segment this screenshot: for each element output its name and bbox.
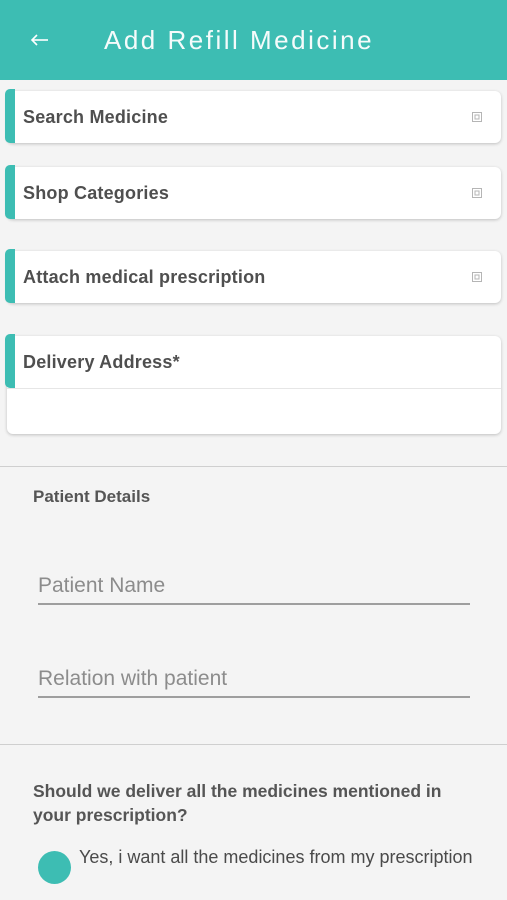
- radio-option-all-medicines[interactable]: Yes, i want all the medicines from my pr…: [38, 846, 478, 884]
- delivery-address-label: Delivery Address*: [23, 351, 180, 372]
- card-accent: [5, 165, 15, 219]
- attach-prescription-card[interactable]: Attach medical prescription: [5, 249, 501, 303]
- section-divider: [0, 744, 507, 745]
- relation-input[interactable]: [38, 662, 470, 698]
- shop-categories-label: Shop Categories: [23, 182, 170, 203]
- arrow-left-icon: [30, 34, 48, 46]
- app-bar: Add Refill Medicine: [0, 0, 507, 80]
- card-accent: [5, 89, 15, 143]
- radio-option-label: Yes, i want all the medicines from my pr…: [79, 847, 473, 867]
- delivery-address-card[interactable]: Delivery Address*: [5, 334, 501, 434]
- search-medicine-label: Search Medicine: [23, 106, 169, 127]
- delivery-address-content[interactable]: [7, 388, 501, 434]
- section-divider: [0, 466, 507, 467]
- attach-prescription-label: Attach medical prescription: [23, 266, 266, 287]
- radio-button[interactable]: [38, 851, 71, 884]
- patient-name-input[interactable]: [38, 569, 470, 605]
- search-medicine-card[interactable]: Search Medicine: [5, 89, 501, 143]
- card-accent: [5, 249, 15, 303]
- expand-icon[interactable]: [471, 111, 483, 123]
- page-title: Add Refill Medicine: [104, 24, 375, 55]
- card-accent: [5, 334, 15, 388]
- delivery-question: Should we deliver all the medicines ment…: [33, 781, 442, 825]
- shop-categories-card[interactable]: Shop Categories: [5, 165, 501, 219]
- expand-icon[interactable]: [471, 271, 483, 283]
- expand-icon[interactable]: [471, 187, 483, 199]
- back-button[interactable]: [0, 0, 80, 80]
- patient-details-title: Patient Details: [33, 487, 151, 506]
